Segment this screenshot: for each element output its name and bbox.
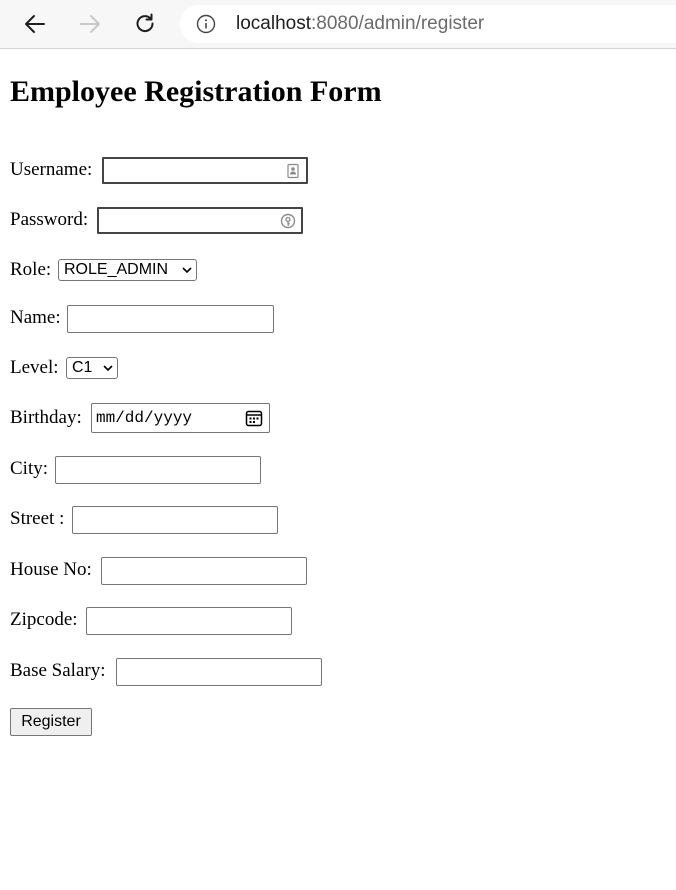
browser-toolbar: localhost:8080/admin/register: [0, 0, 676, 49]
level-select[interactable]: C1: [66, 357, 118, 379]
arrow-left-icon: [25, 15, 45, 33]
back-button[interactable]: [19, 8, 51, 40]
chevron-down-icon: [103, 365, 113, 372]
birthday-placeholder: mm/dd/yyyy: [96, 409, 193, 427]
register-button[interactable]: Register: [10, 708, 92, 736]
level-label: Level:: [10, 357, 59, 378]
password-label: Password:: [10, 209, 89, 230]
street-label: Street :: [10, 508, 65, 529]
url-path: :8080/admin/register: [311, 13, 485, 34]
role-select[interactable]: ROLE_ADMIN: [58, 259, 197, 281]
role-label: Role:: [10, 259, 52, 280]
birthday-input[interactable]: mm/dd/yyyy: [91, 403, 270, 433]
role-selected-value: ROLE_ADMIN: [64, 261, 169, 278]
arrow-right-icon: [80, 15, 100, 33]
url-host: localhost: [236, 13, 311, 34]
base-salary-input[interactable]: [116, 658, 322, 686]
city-label: City:: [10, 458, 49, 479]
password-input[interactable]: [97, 207, 303, 234]
street-input[interactable]: [72, 506, 278, 534]
name-label: Name:: [10, 307, 61, 328]
house-no-input[interactable]: [101, 557, 307, 585]
reload-icon: [136, 13, 154, 33]
name-input[interactable]: [67, 305, 274, 333]
calendar-icon[interactable]: [245, 409, 263, 427]
birthday-label: Birthday:: [10, 407, 82, 428]
zipcode-input[interactable]: [86, 607, 292, 635]
username-label: Username:: [10, 159, 93, 180]
password-key-icon: [280, 213, 296, 229]
forward-button[interactable]: [74, 8, 106, 40]
chevron-down-icon: [182, 267, 192, 274]
base-salary-label: Base Salary:: [10, 660, 106, 681]
info-icon[interactable]: [196, 14, 216, 34]
url-text: localhost:8080/admin/register: [236, 13, 484, 35]
zipcode-label: Zipcode:: [10, 609, 78, 630]
address-bar[interactable]: localhost:8080/admin/register: [180, 5, 676, 43]
level-selected-value: C1: [72, 359, 93, 376]
city-input[interactable]: [55, 456, 261, 484]
contact-card-icon: [287, 163, 299, 179]
page-title: Employee Registration Form: [10, 75, 382, 108]
house-no-label: House No:: [10, 559, 92, 580]
reload-button[interactable]: [129, 8, 161, 40]
username-input[interactable]: [102, 157, 308, 184]
